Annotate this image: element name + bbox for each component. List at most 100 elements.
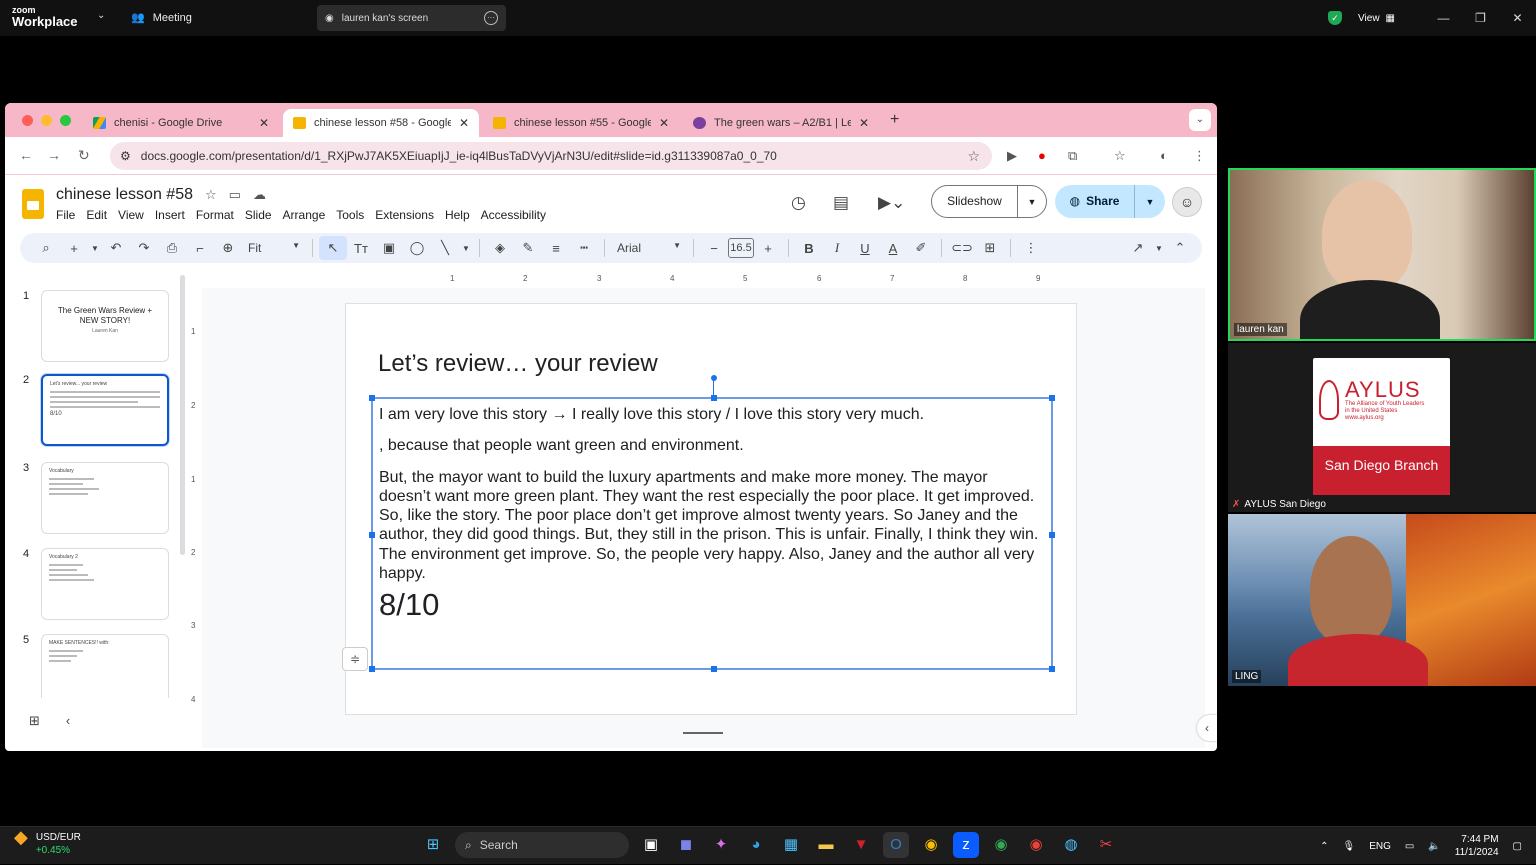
slide-thumbnail[interactable]: Vocabulary (41, 462, 169, 534)
network-app-icon[interactable]: ◍ (1058, 832, 1084, 858)
chevron-down-icon[interactable]: ▼ (88, 244, 102, 253)
copilot-icon[interactable]: ✦ (708, 832, 734, 858)
participant-video-lauren[interactable]: lauren kan (1228, 168, 1536, 341)
account-avatar[interactable]: ☺ (1172, 187, 1202, 217)
slide-title[interactable]: Let’s review… your review (378, 350, 658, 378)
menu-edit[interactable]: Edit (86, 208, 107, 222)
resize-handle[interactable] (369, 532, 375, 538)
cloud-saved-icon[interactable]: ☁ (253, 187, 266, 203)
reload-icon[interactable]: ↻ (78, 147, 90, 164)
close-icon[interactable]: ✕ (659, 116, 669, 130)
chrome-icon[interactable]: ◉ (918, 832, 944, 858)
tab-lesson-58[interactable]: chinese lesson #58 - Google ✕ (283, 109, 479, 137)
slideshow-button[interactable]: Slideshow ▼ (931, 185, 1047, 218)
new-tab-button[interactable]: + (890, 111, 899, 129)
participant-video-aylus[interactable]: AYLUS The Alliance of Youth Leaders in t… (1228, 343, 1536, 512)
resize-handle[interactable] (711, 395, 717, 401)
meet-camera-icon[interactable]: ▶⌄ (878, 193, 905, 213)
menu-insert[interactable]: Insert (155, 208, 185, 222)
slide-thumbnail-selected[interactable]: Let's review... your review 8/10 (41, 374, 169, 446)
more-icon[interactable]: ··· (484, 11, 498, 25)
taskbar-search[interactable]: ⌕ Search (455, 832, 629, 858)
screen-share-indicator[interactable]: ◉ lauren kan's screen ··· (317, 5, 506, 31)
resize-handle[interactable] (369, 666, 375, 672)
mcafee-icon[interactable]: ▼ (848, 832, 874, 858)
add-comment-icon[interactable]: ⊞ (976, 240, 1004, 256)
text-box-icon[interactable]: Tт (347, 241, 375, 256)
vertical-ruler[interactable]: 1 2 1 2 3 4 (191, 303, 201, 733)
redo-icon[interactable]: ↷ (130, 240, 158, 256)
font-size-input[interactable]: 16.5 (728, 238, 754, 258)
forward-icon[interactable]: → (47, 147, 61, 163)
zoom-icon[interactable]: ⊕ (214, 240, 242, 256)
paint-format-icon[interactable]: ⌐ (186, 241, 214, 256)
share-button[interactable]: ◍ Share ▼ (1055, 185, 1165, 218)
font-select[interactable]: Arial ▼ (611, 241, 687, 255)
filmstrip-slide-4[interactable]: 4 Vocabulary 2 (23, 548, 169, 620)
grid-view-icon[interactable]: ⊞ (29, 713, 40, 729)
collapse-toolbar-icon[interactable]: ⌃ (1166, 240, 1194, 256)
more-options-icon[interactable]: ⋮ (1017, 240, 1045, 256)
resize-handle[interactable] (711, 666, 717, 672)
opera-extension-icon[interactable]: ● (1038, 148, 1046, 163)
minimize-button[interactable]: — (1425, 11, 1462, 25)
chevron-down-icon[interactable]: ▼ (459, 244, 473, 253)
image-icon[interactable]: ▣ (375, 240, 403, 256)
menu-format[interactable]: Format (196, 208, 234, 222)
bookmark-star-icon[interactable]: ☆ (967, 148, 980, 165)
document-title[interactable]: chinese lesson #58 (56, 186, 193, 204)
text-box-content[interactable]: I am very love this story → I really lov… (379, 405, 1039, 621)
chevron-down-icon[interactable]: ▼ (1018, 197, 1046, 207)
close-icon[interactable]: ✕ (859, 116, 869, 130)
filmstrip-scrollbar[interactable] (180, 275, 185, 555)
task-view-icon[interactable]: ▣ (638, 832, 664, 858)
snipping-tool-icon[interactable]: ✂ (1093, 832, 1119, 858)
menu-file[interactable]: File (56, 208, 75, 222)
filmstrip-slide-3[interactable]: 3 Vocabulary (23, 462, 169, 534)
microphone-icon[interactable]: 🎙 (1343, 841, 1356, 852)
profile-icon[interactable]: ◐ (1160, 148, 1168, 163)
slide-thumbnail[interactable]: Vocabulary 2 (41, 548, 169, 620)
selected-text-box[interactable]: I am very love this story → I really lov… (369, 375, 1055, 672)
menu-help[interactable]: Help (445, 208, 470, 222)
move-folder-icon[interactable]: ▭ (229, 187, 241, 203)
search-menus-icon[interactable]: ⌕ (32, 240, 60, 256)
restore-button[interactable]: ❐ (1462, 11, 1499, 25)
chevron-up-icon[interactable]: ⌃ (1320, 841, 1328, 852)
shape-icon[interactable]: ◯ (403, 240, 431, 256)
edge-icon[interactable]: ◕ (743, 832, 769, 858)
menu-view[interactable]: View (118, 208, 144, 222)
collapse-filmstrip-icon[interactable]: ‹ (66, 713, 70, 729)
close-icon[interactable]: ✕ (459, 116, 469, 130)
close-dot[interactable] (22, 115, 33, 126)
volume-icon[interactable]: 🔈 (1428, 841, 1440, 852)
fill-color-icon[interactable]: ◈ (486, 240, 514, 256)
close-button[interactable]: ✕ (1499, 11, 1536, 25)
decrease-font-icon[interactable]: − (700, 241, 728, 256)
resize-handle[interactable] (1049, 532, 1055, 538)
print-icon[interactable]: ⎙ (158, 240, 186, 256)
slide-thumbnail[interactable]: MAKE SENTENCES!! with: (41, 634, 169, 698)
stock-widget[interactable]: ◆ USD/EUR +0.45% (14, 828, 81, 857)
star-icon[interactable]: ☆ (205, 187, 217, 203)
tab-green-wars[interactable]: The green wars – A2/B1 | Lea ✕ (683, 109, 879, 137)
rotation-handle[interactable] (711, 375, 717, 381)
line-icon[interactable]: ╲ (431, 240, 459, 256)
clock[interactable]: 7:44 PM 11/1/2024 (1455, 833, 1499, 859)
speaker-notes-toggle[interactable]: ≑ (342, 647, 368, 671)
new-slide-icon[interactable]: + (60, 241, 88, 256)
close-icon[interactable]: ✕ (259, 116, 269, 130)
notification-icon[interactable]: ▢ (1513, 841, 1522, 852)
view-button[interactable]: View ▦ (1358, 13, 1395, 24)
url-bar[interactable]: ⚙ docs.google.com/presentation/d/1_RXjPw… (110, 142, 992, 170)
notes-drag-handle[interactable] (683, 732, 723, 734)
filmstrip-slide-5[interactable]: 5 MAKE SENTENCES!! with: (23, 634, 169, 698)
link-icon[interactable]: ⊂⊃ (948, 240, 976, 256)
extension-cursor-icon[interactable]: ▶ (1007, 148, 1017, 164)
menu-extensions[interactable]: Extensions (375, 208, 434, 222)
teams-icon[interactable]: ◼ (673, 832, 699, 858)
chrome-profile-icon[interactable]: ◉ (988, 832, 1014, 858)
border-weight-icon[interactable]: ≡ (542, 241, 570, 256)
border-color-icon[interactable]: ✎ (514, 240, 542, 256)
menu-tools[interactable]: Tools (336, 208, 364, 222)
